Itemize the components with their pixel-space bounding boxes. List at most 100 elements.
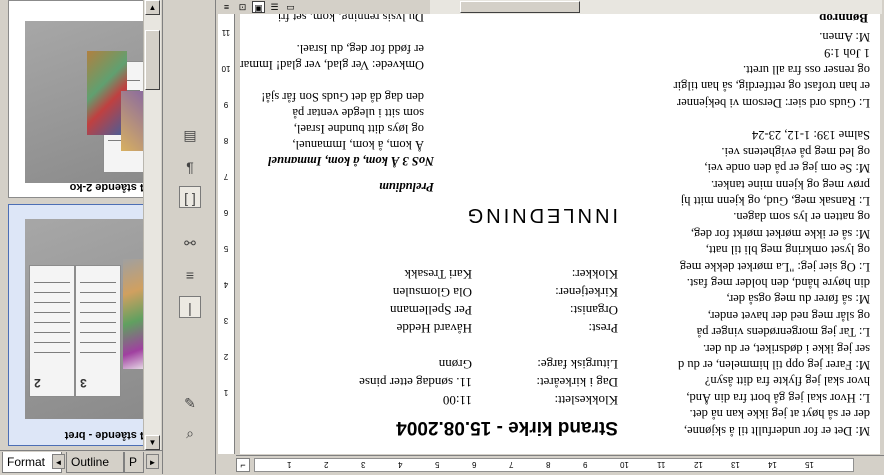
field-label: Dag i kirkeåret:	[536, 375, 618, 390]
liturgy-line: der er så høyt at jeg ikke kan nå det.	[689, 407, 871, 422]
liturgy-line: din høyre hånd, den holder meg fast.	[686, 276, 870, 290]
liturgy-line: hvor skal jeg flykte fra ditt åsyn?	[704, 374, 870, 389]
bracket-tool-icon[interactable]: [ ]	[179, 186, 201, 208]
liturgy-line: L: Guds ord sier: Dersom vi bekjenner	[676, 95, 870, 110]
field-label: Kirketjener:	[555, 285, 618, 300]
ruler-number: 5	[435, 460, 440, 469]
ruler-number: 1	[223, 388, 229, 397]
paint-tool-icon[interactable]: ✎	[179, 392, 201, 414]
thumbnail-caption: A4 stående 2-ko	[69, 181, 154, 193]
field-value: Per Spellemann	[390, 303, 472, 318]
outline-view-icon[interactable]: ☰	[268, 1, 281, 13]
print-view-icon[interactable]: ▣	[252, 1, 265, 13]
task-pane: A4 stående 2-ko 2 3 A4 stående - bret ▲ …	[0, 0, 163, 475]
ruler-number: 3	[361, 460, 366, 469]
thumbnail-preview: 2 3	[25, 219, 154, 419]
line-tool-icon[interactable]: |	[179, 296, 201, 318]
link-tool-icon[interactable]: ⚯	[179, 232, 201, 254]
ruler-number: 11	[221, 28, 231, 37]
hymn-title: NoS 3 Å kom, å kom, Immanuel	[268, 154, 434, 168]
liturgy-column: Bønnrop M: Amen. 1 Joh 1:9 og renser oss f…	[639, 14, 874, 454]
ruler-number: 8	[546, 460, 551, 469]
tab-scroll-right-icon[interactable]: ►	[146, 454, 159, 469]
tab-selector-icon[interactable]: ⌐	[236, 458, 250, 472]
program-column: Strand kirke - 15.08.2004 Klokkeslett: 11…	[240, 14, 618, 454]
scrollbar-thumb[interactable]	[460, 1, 580, 13]
layout-thumbnail-two-column[interactable]: A4 stående 2-ko	[8, 0, 155, 198]
field-label: Prest:	[588, 321, 618, 336]
thumbnail-preview	[25, 21, 154, 183]
ruler-number: 12	[694, 460, 703, 469]
liturgy-line: ser jeg ikke i dødsriket, er du der.	[703, 341, 870, 356]
vertical-ruler[interactable]: 11 10 9 8 7 6 5 4 3 2 1	[218, 14, 235, 454]
tab-scroll-left-icon[interactable]: ◄	[52, 454, 65, 469]
field-value: Kari Tresakk	[404, 267, 472, 282]
ruler-number: 10	[620, 460, 629, 469]
ruler-number: 9	[583, 460, 588, 469]
ruler-number: 4	[223, 280, 229, 289]
text-tool-icon[interactable]: ▤	[179, 124, 201, 146]
paragraph-tool-icon[interactable]: ¶	[179, 156, 201, 178]
task-pane-scrollbar[interactable]: ▲ ▼	[143, 0, 161, 450]
scrollbar-thumb[interactable]	[145, 30, 160, 90]
field-value: 11. søndag etter pinse	[359, 375, 472, 390]
thumbnail-art	[121, 91, 145, 151]
ruler-number: 2	[223, 352, 229, 361]
reading-view-icon[interactable]: ▭	[284, 1, 297, 13]
field-value: 11:00	[442, 393, 472, 408]
ruler-number: 2	[324, 460, 329, 469]
normal-view-icon[interactable]: ≡	[220, 1, 233, 13]
hymn-line: er fødd for deg, du Israel.	[296, 42, 424, 56]
document-title: Strand kirke - 15.08.2004	[396, 417, 618, 438]
tool-strip: ▤ ¶ [ ] ⚯ ≡ | ✎ ⌕	[163, 0, 216, 474]
ruler-number: 1	[287, 460, 292, 469]
ruler-number: 6	[472, 460, 477, 469]
web-view-icon[interactable]: ⊡	[236, 1, 249, 13]
liturgy-line: M: Det er for underfullt til å skjønne,	[683, 423, 870, 438]
liturgy-line: M: Amen.	[819, 30, 870, 44]
list-tool-icon[interactable]: ≡	[179, 264, 201, 286]
horizontal-ruler[interactable]: ⌐ 1 2 3 4 5 6 7 8 9 10 11 12 13 14 15	[236, 455, 884, 475]
tab-pages[interactable]: P	[124, 452, 144, 473]
scroll-up-arrow-icon[interactable]: ▲	[145, 0, 160, 15]
liturgy-line: og slår meg ned der havet ender,	[707, 308, 870, 323]
hymn-line: Du lysis renning, kom, set fri	[277, 14, 424, 24]
layout-thumbnail-spread[interactable]: 2 3 A4 stående - bret	[8, 204, 155, 446]
hymn-line: den dag då det Guds Son får sjå!	[261, 90, 424, 104]
liturgy-line: og lyset omkring meg bli til natt,	[705, 243, 870, 258]
field-value: Grønn	[438, 357, 472, 372]
task-pane-tabs: Format Outline P ◄ ►	[0, 450, 162, 475]
page-content-rotated: Bønnrop M: Amen. 1 Joh 1:9 og renser oss f…	[240, 14, 880, 454]
liturgy-line: Salme 139: 1-12, 23-24	[751, 128, 870, 143]
liturgy-line: er han trofast og rettferdig, så han til…	[673, 79, 870, 94]
right-heading: Bønnrop	[819, 14, 868, 26]
liturgy-line: M: så fører du meg også der,	[726, 292, 870, 307]
liturgy-line: M: så er ikke mørket mørkt for deg,	[690, 226, 870, 241]
field-label: Organist:	[569, 303, 618, 318]
ruler-number: 6	[223, 208, 229, 217]
tab-outline[interactable]: Outline	[66, 452, 124, 473]
horizontal-scrollbar[interactable]	[430, 0, 882, 14]
liturgy-line: L: Hvor skal jeg gå bort fra din Ånd,	[686, 390, 870, 405]
field-value: Håvard Hedde	[396, 321, 472, 336]
document-page[interactable]: Bønnrop M: Amen. 1 Joh 1:9 og renser oss f…	[240, 14, 880, 454]
ruler-number: 7	[509, 460, 514, 469]
scroll-down-arrow-icon[interactable]: ▼	[145, 435, 160, 450]
document-area: ≡ ⊡ ▣ ☰ ▭ 11 10 9 8 7 6 5 4 3 2 1 Bønnrop M: Amen.…	[216, 0, 884, 475]
liturgy-line: M: Farer jeg opp til himmelen, er du d	[678, 358, 870, 372]
zoom-tool-icon[interactable]: ⌕	[179, 422, 201, 444]
hymn-line: Omkvede: Ver glad, ver glad! Immanuel	[240, 58, 424, 72]
thumbnail-caption: A4 stående - bret	[64, 429, 154, 441]
field-label: Klokker:	[571, 267, 618, 282]
liturgy-line: M: Se om jeg er på den onde vei,	[704, 161, 870, 176]
liturgy-line: L: Tar jeg morgenrødens vinger på	[696, 325, 870, 340]
liturgy-line: og led meg på evighetens vei.	[721, 144, 870, 159]
field-label: Liturgisk farge:	[537, 357, 618, 372]
hymn-line: og løys ditt bundne Israel,	[293, 122, 424, 136]
ruler-number: 10	[221, 64, 231, 73]
ruler-strip[interactable]: 1 2 3 4 5 6 7 8 9 10 11 12 13 14 15	[254, 458, 854, 472]
ruler-number: 9	[223, 100, 229, 109]
hymn-line: Å kom, å kom, Immanuel,	[292, 138, 424, 152]
liturgy-line: 1 Joh 1:9	[824, 46, 870, 61]
liturgy-line: og renser oss fra all urett.	[742, 62, 870, 77]
